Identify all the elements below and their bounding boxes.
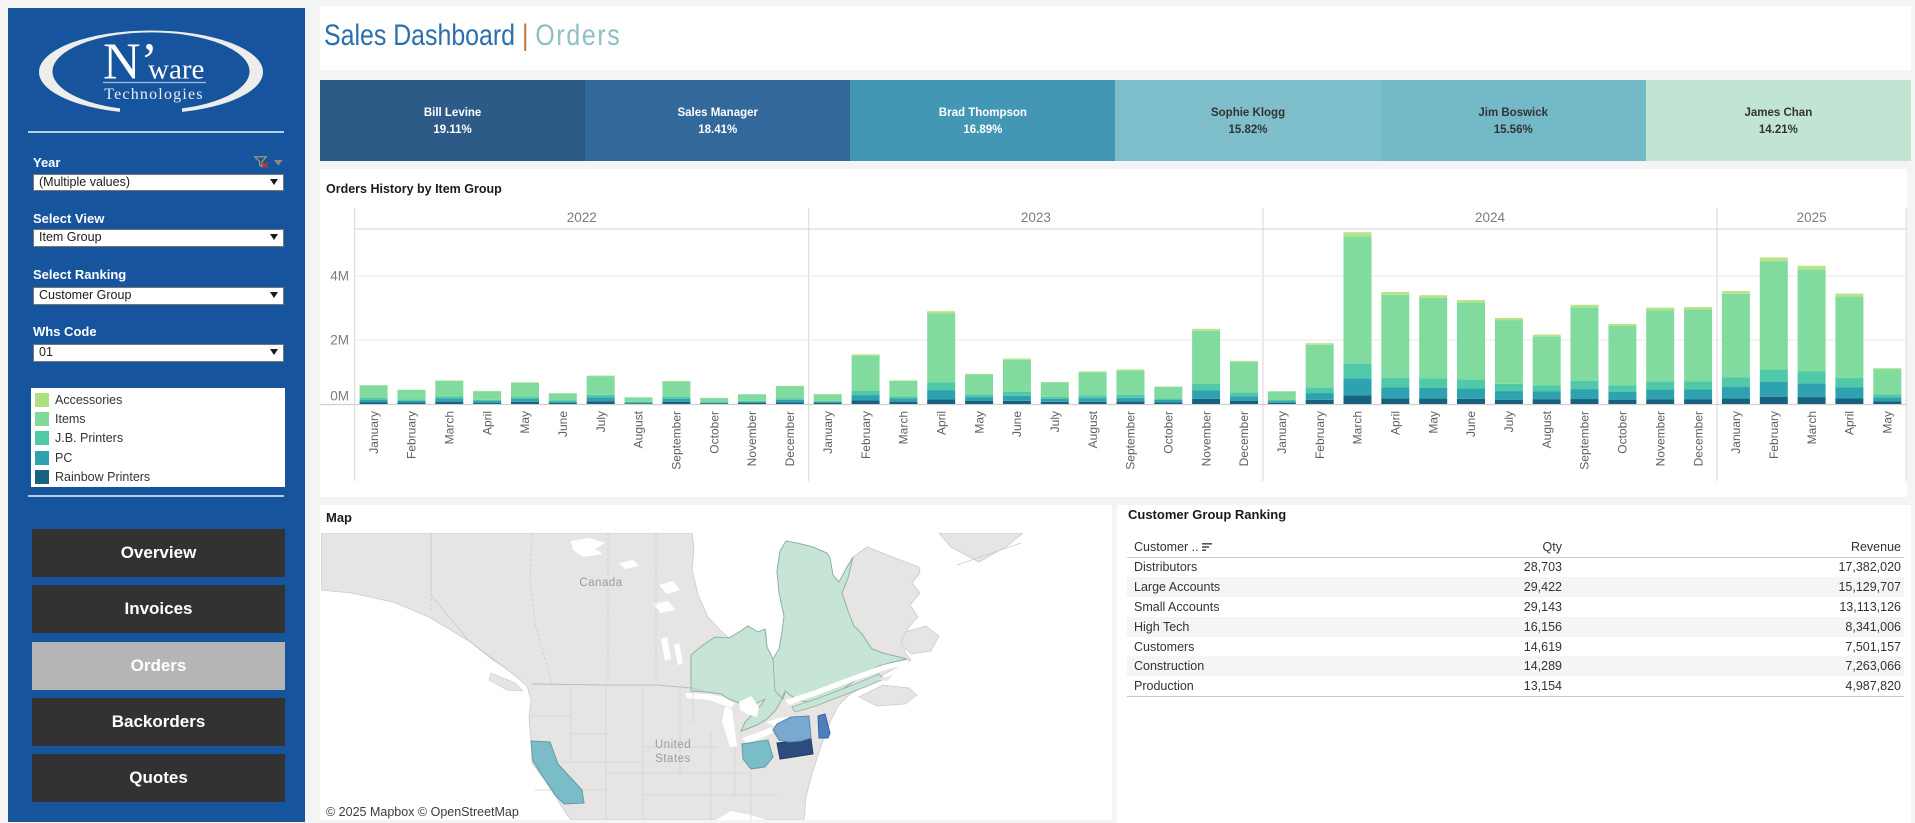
svg-text:2M: 2M <box>330 333 349 348</box>
svg-text:January: January <box>821 411 835 454</box>
svg-text:March: March <box>1805 411 1819 444</box>
svg-text:December: December <box>783 411 797 466</box>
svg-text:2025: 2025 <box>1797 210 1827 225</box>
svg-text:December: December <box>1691 411 1705 466</box>
svg-text:2024: 2024 <box>1475 210 1506 225</box>
svg-text:December: December <box>1237 411 1251 466</box>
svg-text:March: March <box>443 411 457 444</box>
svg-text:February: February <box>859 411 873 459</box>
svg-text:February: February <box>1313 411 1327 459</box>
svg-text:May: May <box>972 411 986 434</box>
svg-text:October: October <box>1162 411 1176 454</box>
svg-text:October: October <box>1616 411 1630 454</box>
svg-text:July: July <box>1502 411 1516 432</box>
svg-text:2023: 2023 <box>1021 210 1051 225</box>
svg-text:Orders History by Item Group: Orders History by Item Group <box>326 182 502 196</box>
svg-text:2022: 2022 <box>567 210 597 225</box>
svg-text:July: July <box>1048 411 1062 432</box>
svg-text:September: September <box>1124 411 1138 470</box>
svg-text:November: November <box>1653 411 1667 466</box>
svg-text:September: September <box>670 411 684 470</box>
svg-text:August: August <box>1086 410 1100 448</box>
svg-text:October: October <box>707 411 721 454</box>
svg-text:Technologies: Technologies <box>104 86 203 103</box>
svg-text:May: May <box>518 411 532 434</box>
svg-text:September: September <box>1578 411 1592 470</box>
svg-text:June: June <box>1464 411 1478 437</box>
svg-text:April: April <box>1843 411 1857 435</box>
svg-text:May: May <box>1881 411 1895 434</box>
svg-text:February: February <box>405 411 419 459</box>
svg-text:February: February <box>1767 411 1781 459</box>
svg-text:November: November <box>745 411 759 466</box>
svg-text:June: June <box>1010 411 1024 437</box>
svg-text:May: May <box>1426 411 1440 434</box>
svg-text:January: January <box>367 411 381 454</box>
svg-text:March: March <box>897 411 911 444</box>
svg-text:4M: 4M <box>330 269 349 284</box>
svg-text:August: August <box>632 410 646 448</box>
svg-text:© 2025 Mapbox © OpenStreetMap: © 2025 Mapbox © OpenStreetMap <box>326 805 519 819</box>
svg-text:ware: ware <box>148 54 204 86</box>
svg-text:April: April <box>480 411 494 435</box>
svg-text:States: States <box>655 753 691 765</box>
svg-text:August: August <box>1540 410 1554 448</box>
svg-text:January: January <box>1729 411 1743 454</box>
svg-text:April: April <box>1389 411 1403 435</box>
svg-text:United: United <box>655 739 691 751</box>
svg-text:0M: 0M <box>330 389 349 404</box>
svg-text:November: November <box>1199 411 1213 466</box>
svg-text:March: March <box>1351 411 1365 444</box>
svg-text:Canada: Canada <box>579 577 622 589</box>
svg-text:January: January <box>1275 411 1289 454</box>
svg-text:July: July <box>594 411 608 432</box>
svg-text:June: June <box>556 411 570 437</box>
svg-text:April: April <box>934 411 948 435</box>
